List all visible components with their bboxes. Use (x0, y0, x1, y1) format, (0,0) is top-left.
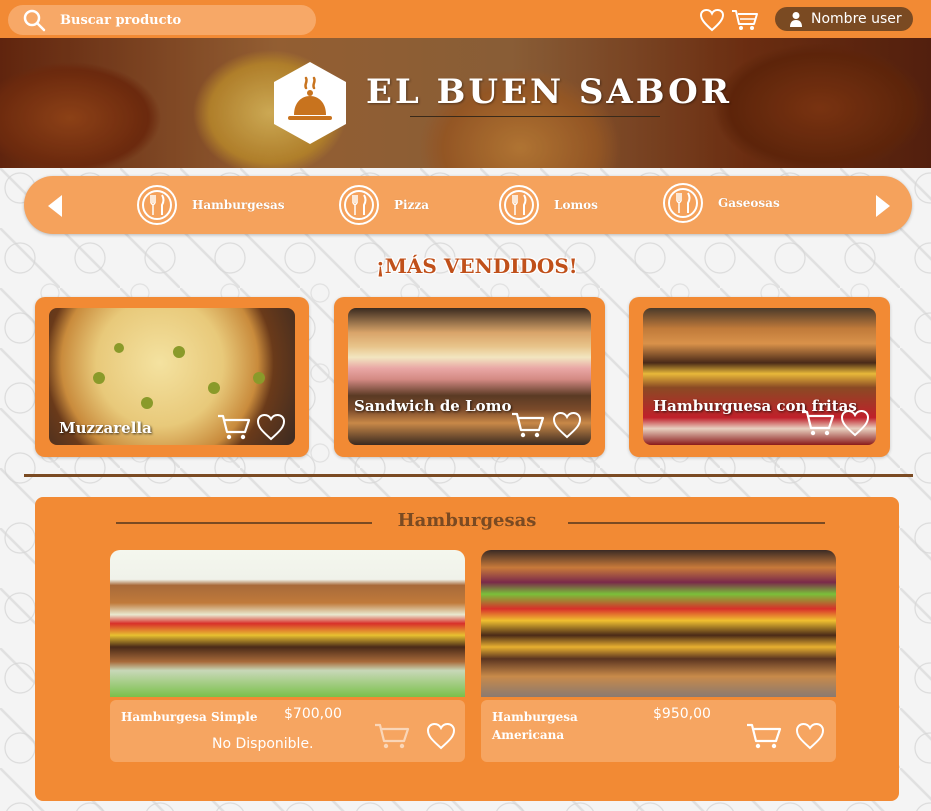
product-image (481, 550, 836, 697)
category-hamburgesas[interactable]: Hamburgesas (136, 184, 285, 226)
cart-icon[interactable] (217, 413, 251, 441)
best-seller-name: Sandwich de Lomo (354, 397, 512, 415)
product-card[interactable]: Hamburgesa Simple $700,00 No Disponible. (110, 550, 465, 762)
product-name: Hamburgesa Simple (121, 710, 258, 724)
best-seller-card[interactable]: Muzzarella (35, 297, 309, 457)
cutlery-icon (499, 185, 539, 225)
category-label: Pizza (394, 198, 429, 212)
best-seller-card[interactable]: Hamburguesa con fritas (629, 297, 890, 457)
best-seller-card[interactable]: Sandwich de Lomo (334, 297, 605, 457)
brand-name: EL BUEN SABOR (366, 72, 733, 112)
title-line-left (116, 522, 372, 524)
heart-icon[interactable] (256, 413, 286, 441)
product-info: Hamburgesa Americana $950,00 (481, 700, 836, 762)
cart-icon[interactable] (801, 409, 835, 437)
user-menu-button[interactable]: Nombre user (775, 7, 913, 31)
heart-icon[interactable] (552, 411, 582, 439)
product-availability: No Disponible. (212, 736, 314, 752)
heart-icon[interactable] (426, 722, 456, 750)
cutlery-icon (339, 185, 379, 225)
chevron-right-icon[interactable] (876, 195, 890, 217)
heart-icon[interactable] (795, 722, 825, 750)
cart-icon[interactable] (746, 722, 782, 750)
heart-icon[interactable] (699, 8, 725, 32)
category-carousel: Hamburgesas Pizza Lomos Gaseosas (24, 176, 912, 234)
category-gaseosas[interactable]: Gaseosas (662, 182, 780, 224)
cutlery-icon (137, 185, 177, 225)
chevron-left-icon[interactable] (48, 195, 62, 217)
logo-cloche-icon (274, 62, 346, 144)
cutlery-icon (663, 183, 703, 223)
category-lomos[interactable]: Lomos (498, 184, 598, 226)
cart-icon[interactable] (511, 411, 545, 439)
category-label: Hamburgesas (192, 198, 285, 212)
cart-icon[interactable] (731, 8, 759, 32)
title-line-right (568, 522, 825, 524)
category-section: Hamburgesas Hamburgesa Simple $700,00 No… (35, 497, 899, 801)
product-name: Hamburgesa Americana (492, 710, 578, 742)
search-input[interactable] (58, 11, 292, 29)
hero-banner: EL BUEN SABOR (0, 38, 931, 168)
heart-icon[interactable] (840, 409, 870, 437)
section-title: Hamburgesas (397, 510, 537, 531)
product-image (110, 550, 465, 697)
best-sellers-title: ¡MÁS VENDIDOS! (376, 254, 578, 278)
top-bar: Nombre user (0, 0, 931, 39)
product-price: $700,00 (284, 706, 342, 722)
brand-underline (410, 116, 660, 117)
user-name: Nombre user (811, 11, 902, 27)
search-icon[interactable] (22, 8, 46, 32)
search-bar[interactable] (8, 5, 316, 35)
best-seller-name: Muzzarella (59, 419, 152, 437)
product-price: $950,00 (653, 706, 711, 722)
product-card[interactable]: Hamburgesa Americana $950,00 (481, 550, 836, 762)
product-info: Hamburgesa Simple $700,00 No Disponible. (110, 700, 465, 762)
user-icon (790, 12, 802, 27)
category-label: Gaseosas (718, 196, 780, 210)
section-divider (24, 474, 913, 477)
category-label: Lomos (554, 198, 598, 212)
cart-icon[interactable] (374, 722, 410, 750)
category-pizza[interactable]: Pizza (338, 184, 429, 226)
